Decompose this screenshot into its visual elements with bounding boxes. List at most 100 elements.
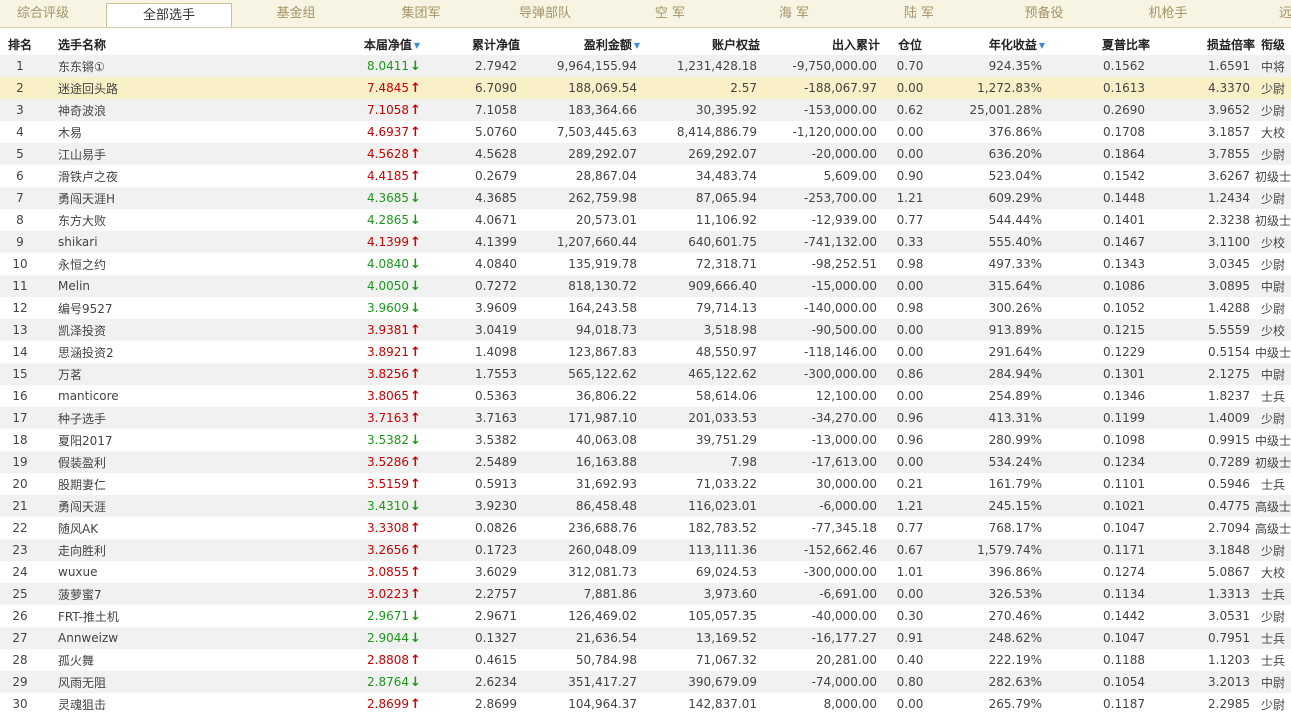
- player-name[interactable]: 夏阳2017: [58, 434, 113, 448]
- table-row[interactable]: 2 迷途回头路 7.4845↑ 6.7090 188,069.54 2.57 -188,06…: [0, 77, 1291, 99]
- tab-navy[interactable]: 海 军: [754, 0, 834, 27]
- column-header-annual[interactable]: 年化收益 ▼: [940, 33, 1045, 55]
- table-row[interactable]: 17 种子选手 3.7163↑ 3.7163 171,987.10 201,033.53-…: [0, 407, 1291, 429]
- player-name[interactable]: 孤火舞: [58, 654, 94, 668]
- player-name[interactable]: shikari: [58, 235, 98, 249]
- tab-bar: 综合评级全部选手基金组 集团军 导弹部队 空 军 海 军 陆 军 预备役 机枪手 远程: [0, 0, 1291, 28]
- table-row[interactable]: 26 FRT-推土机 2.9671↓ 2.9671 126,469.02 105,057.…: [0, 605, 1291, 627]
- cell-value: 7: [16, 191, 24, 205]
- cell-value: 351,417.27: [568, 675, 637, 689]
- player-name[interactable]: 滑铁卢之夜: [58, 170, 118, 184]
- cell-inout: -74,000.00: [760, 671, 880, 693]
- tab-army-group[interactable]: 集团军: [381, 0, 461, 27]
- column-header-pl-ratio[interactable]: 损益倍率: [1150, 33, 1255, 55]
- player-name[interactable]: 编号9527: [58, 302, 113, 316]
- player-name[interactable]: manticore: [58, 389, 119, 403]
- cell-value: 21,636.54: [575, 631, 637, 645]
- table-row[interactable]: 27 Annweizw 2.9044↓ 0.1327 21,636.54 13,169.5…: [0, 627, 1291, 649]
- player-name[interactable]: 随风AK: [58, 522, 98, 536]
- tab-all-players[interactable]: 全部选手: [106, 3, 232, 27]
- player-name[interactable]: 种子选手: [58, 412, 106, 426]
- table-row[interactable]: 1 东东锵① 8.0411↓ 2.7942 9,964,155.94 1,231,428.…: [0, 55, 1291, 77]
- cell-profit: 21,636.54: [520, 627, 640, 649]
- table-row[interactable]: 29 风雨无阻 2.8764↓ 2.6234 351,417.27 390,679.09 -…: [0, 671, 1291, 693]
- table-row[interactable]: 6 滑铁卢之夜 4.4185↑ 0.2679 28,867.04 34,483.74 5,6…: [0, 165, 1291, 187]
- cell-name: 迷途回头路: [40, 77, 200, 99]
- cell-value: 高级士官: [1255, 499, 1291, 514]
- player-name[interactable]: wuxue: [58, 565, 98, 579]
- tab-long-range[interactable]: 远程: [1252, 0, 1291, 27]
- player-name[interactable]: 凯泽投资: [58, 324, 106, 338]
- table-row[interactable]: 9 shikari 4.1399↑ 4.1399 1,207,660.44 640,601…: [0, 231, 1291, 253]
- player-name[interactable]: 神奇波浪: [58, 104, 106, 118]
- column-header-equity[interactable]: 账户权益: [640, 33, 760, 55]
- cell-value: 924.35%: [988, 59, 1042, 73]
- player-name[interactable]: 灵魂狙击: [58, 698, 106, 712]
- player-name[interactable]: 风雨无阻: [58, 676, 106, 690]
- player-name[interactable]: 万茗: [58, 368, 82, 382]
- cell-profit: 123,867.83: [520, 341, 640, 363]
- player-name[interactable]: 永恒之约: [58, 258, 106, 272]
- table-row[interactable]: 11 Melin 4.0050↓ 0.7272 818,130.72 909,666.40…: [0, 275, 1291, 297]
- table-row[interactable]: 10 永恒之约 4.0840↓ 4.0840 135,919.78 72,318.71 -9…: [0, 253, 1291, 275]
- table-row[interactable]: 13 凯泽投资 3.9381↑ 3.0419 94,018.73 3,518.98 -90,…: [0, 319, 1291, 341]
- player-name[interactable]: 木易: [58, 126, 82, 140]
- table-row[interactable]: 20 股期妻仁 3.5159↑ 0.5913 31,692.93 71,033.22 30,…: [0, 473, 1291, 495]
- table-row[interactable]: 25 菠萝蜜7 3.0223↑ 2.2757 7,881.86 3,973.60 -6,69…: [0, 583, 1291, 605]
- player-name[interactable]: 东方大败: [58, 214, 106, 228]
- table-row[interactable]: 19 假装盈利 3.5286↑ 2.5489 16,163.88 7.98 -17,613.…: [0, 451, 1291, 473]
- table-row[interactable]: 28 孤火舞 2.8808↑ 0.4615 50,784.98 71,067.32 20,2…: [0, 649, 1291, 671]
- player-name[interactable]: 迷途回头路: [58, 82, 118, 96]
- table-row[interactable]: 14 思涵投资2 3.8921↑ 1.4098 123,867.83 48,550.97 -…: [0, 341, 1291, 363]
- table-row[interactable]: 4 木易 4.6937↑ 5.0760 7,503,445.63 8,414,886.79…: [0, 121, 1291, 143]
- cell-value: 2.9671: [475, 609, 517, 623]
- player-name[interactable]: 勇闯天涯H: [58, 192, 115, 206]
- column-header-cum-nav[interactable]: 累计净值: [420, 33, 520, 55]
- player-name[interactable]: 东东锵①: [58, 60, 105, 74]
- column-header-rank[interactable]: 排名: [0, 33, 40, 55]
- tab-machine-gunner[interactable]: 机枪手: [1128, 0, 1208, 27]
- column-header-position[interactable]: 仓位: [880, 33, 940, 55]
- player-name[interactable]: Melin: [58, 279, 90, 293]
- cell-rank: 1: [0, 55, 40, 77]
- player-name[interactable]: 假装盈利: [58, 456, 106, 470]
- cell-rank: 15: [0, 363, 40, 385]
- tab-missile-force[interactable]: 导弹部队: [505, 0, 585, 27]
- column-header-inout[interactable]: 出入累计: [760, 33, 880, 55]
- table-row[interactable]: 30 灵魂狙击 2.8699↑ 2.8699 104,964.37 142,837.01 8…: [0, 693, 1291, 715]
- player-name[interactable]: 股期妻仁: [58, 478, 106, 492]
- column-header-sharpe[interactable]: 夏普比率: [1045, 33, 1150, 55]
- column-header-name[interactable]: 选手名称: [40, 33, 200, 55]
- tab-ground-force[interactable]: 陆 军: [879, 0, 959, 27]
- player-name[interactable]: Annweizw: [58, 631, 118, 645]
- table-row[interactable]: 24 wuxue 3.0855↑ 3.6029 312,081.73 69,024.53 -…: [0, 561, 1291, 583]
- table-row[interactable]: 22 随风AK 3.3308↑ 0.0826 236,688.76 182,783.52 -…: [0, 517, 1291, 539]
- column-header-profit[interactable]: 盈利金额 ▼: [520, 33, 640, 55]
- table-row[interactable]: 7 勇闯天涯H 4.3685↓ 4.3685 262,759.98 87,065.94 -2…: [0, 187, 1291, 209]
- table-row[interactable]: 21 勇闯天涯 3.4310↓ 3.9230 86,458.48 116,023.01 -6…: [0, 495, 1291, 517]
- player-name[interactable]: 走向胜利: [58, 544, 106, 558]
- table-row[interactable]: 12 编号9527 3.9609↓ 3.9609 164,243.58 79,714.13…: [0, 297, 1291, 319]
- tab-reserve[interactable]: 预备役: [1004, 0, 1084, 27]
- table-row[interactable]: 16 manticore 3.8065↑ 0.5363 36,806.22 58,614.…: [0, 385, 1291, 407]
- player-name[interactable]: 江山易手: [58, 148, 106, 162]
- player-name[interactable]: 菠萝蜜7: [58, 588, 102, 602]
- cell-value: -6,691.00: [819, 587, 877, 601]
- table-row[interactable]: 3 神奇波浪 7.1058↑ 7.1058 183,364.66 30,395.92 -15…: [0, 99, 1291, 121]
- player-name[interactable]: 思涵投资2: [58, 346, 114, 360]
- table-row[interactable]: 18 夏阳2017 3.5382↓ 3.5382 40,063.08 39,751.29-…: [0, 429, 1291, 451]
- table-body: 1 东东锵① 8.0411↓ 2.7942 9,964,155.94 1,231,428.…: [0, 55, 1291, 715]
- player-name[interactable]: 勇闯天涯: [58, 500, 106, 514]
- table-row[interactable]: 23 走向胜利 3.2656↑ 0.1723 260,048.09 113,111.36 -…: [0, 539, 1291, 561]
- table-row[interactable]: 15 万茗 3.8256↑ 1.7553 565,122.62 465,122.62 -30…: [0, 363, 1291, 385]
- player-name[interactable]: FRT-推土机: [58, 610, 119, 624]
- cell-week-nav: 2.9671↓: [200, 605, 420, 627]
- tab-fund-group[interactable]: 基金组: [256, 0, 336, 27]
- column-header-week-nav[interactable]: 本届净值 ▼: [200, 33, 420, 55]
- table-row[interactable]: 5 江山易手 4.5628↑ 4.5628 289,292.07 269,292.07 -2…: [0, 143, 1291, 165]
- column-header-rank-title[interactable]: 衔级: [1255, 33, 1291, 55]
- table-row[interactable]: 8 东方大败 4.2865↓ 4.0671 20,573.01 11,106.92 -12,…: [0, 209, 1291, 231]
- tab-overall-rating[interactable]: 综合评级: [3, 0, 83, 27]
- tab-air-force[interactable]: 空 军: [630, 0, 710, 27]
- cell-value: 2.2757: [475, 587, 517, 601]
